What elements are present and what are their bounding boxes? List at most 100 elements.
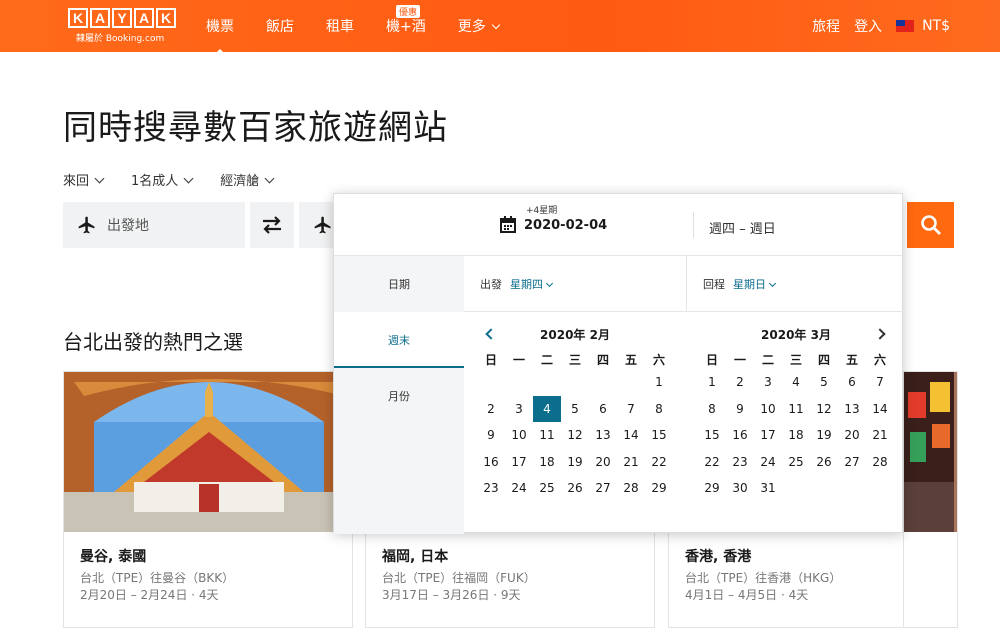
calendar-day[interactable]: 13 — [589, 422, 617, 449]
calendar-day[interactable]: 22 — [645, 449, 673, 476]
main-nav: 機票 飯店 租車 優惠 機+酒 更多 — [206, 5, 531, 56]
card-dates: 3月17日 – 3月26日 · 9天 — [382, 588, 521, 602]
weekday-header: 日 — [484, 352, 497, 367]
travelers-dropdown[interactable]: 1名成人 — [131, 170, 194, 189]
nav-more[interactable]: 更多 — [458, 16, 500, 36]
card-route: 台北（TPE）往曼谷（BKK） — [80, 571, 235, 585]
calendar-day[interactable]: 12 — [810, 396, 838, 423]
calendar-day[interactable]: 26 — [810, 449, 838, 476]
return-day-dropdown[interactable]: 回程 星期日 — [703, 276, 777, 292]
calendar-day[interactable]: 24 — [505, 475, 533, 502]
calendar-day[interactable]: 10 — [505, 422, 533, 449]
calendar-day[interactable]: 20 — [838, 422, 866, 449]
card-city: 福岡, 日本 — [382, 549, 449, 565]
calendar-day[interactable]: 17 — [754, 422, 782, 449]
calendar-day[interactable]: 8 — [698, 396, 726, 423]
calendar-day[interactable]: 16 — [477, 449, 505, 476]
currency-selector[interactable]: NT$ — [922, 18, 950, 34]
nav-flights[interactable]: 機票 — [206, 16, 234, 56]
cabin-dropdown[interactable]: 經濟艙 — [220, 170, 275, 189]
calendar-day[interactable]: 27 — [589, 475, 617, 502]
trip-type-dropdown[interactable]: 來回 — [63, 170, 105, 189]
calendar-day[interactable]: 28 — [617, 475, 645, 502]
calendar-day[interactable]: 26 — [561, 475, 589, 502]
selected-date[interactable]: 2020-02-04 — [524, 218, 607, 233]
tab-dates[interactable]: 日期 — [334, 256, 464, 312]
calendar-day[interactable]: 4 — [533, 395, 561, 422]
calendar-day[interactable]: 16 — [726, 422, 754, 449]
calendar-day[interactable]: 1 — [698, 369, 726, 396]
calendar-day[interactable]: 13 — [838, 396, 866, 423]
calendar-day[interactable]: 9 — [477, 422, 505, 449]
calendar-day[interactable]: 9 — [726, 396, 754, 423]
weekday-header: 五 — [624, 352, 637, 367]
calendar-day[interactable]: 12 — [561, 422, 589, 449]
calendar-day[interactable]: 15 — [698, 422, 726, 449]
kayak-logo[interactable]: K A Y A K 隸屬於 Booking.com — [68, 8, 178, 44]
calendar-day[interactable]: 4 — [782, 369, 810, 396]
calendar-day[interactable]: 22 — [698, 449, 726, 476]
calendar-day[interactable]: 14 — [866, 396, 894, 423]
calendar-day[interactable]: 6 — [838, 369, 866, 396]
calendar-day[interactable]: 29 — [645, 475, 673, 502]
calendar-day[interactable]: 8 — [645, 396, 673, 423]
calendar-day[interactable]: 25 — [782, 449, 810, 476]
destination-card[interactable]: 曼谷, 泰國 台北（TPE）往曼谷（BKK） 2月20日 – 2月24日 · 4… — [63, 371, 353, 628]
tab-months[interactable]: 月份 — [334, 368, 464, 424]
calendar-day[interactable]: 31 — [754, 475, 782, 502]
nav-packages[interactable]: 優惠 機+酒 — [386, 5, 426, 36]
calendar-day[interactable]: 11 — [533, 422, 561, 449]
calendar-day[interactable]: 1 — [645, 369, 673, 396]
calendar-day[interactable]: 5 — [810, 369, 838, 396]
depart-day-dropdown[interactable]: 出發 星期四 — [480, 276, 554, 292]
calendar-day[interactable]: 21 — [617, 449, 645, 476]
calendar-day[interactable]: 23 — [477, 475, 505, 502]
calendar-day[interactable]: 20 — [589, 449, 617, 476]
calendar-day[interactable]: 29 — [698, 475, 726, 502]
calendar-day[interactable]: 2 — [726, 369, 754, 396]
search-button[interactable] — [907, 202, 954, 248]
calendar-day[interactable]: 11 — [782, 396, 810, 423]
header-right: 旅程 登入 NT$ — [798, 16, 950, 36]
weekday-header: 四 — [596, 352, 609, 367]
calendar-day[interactable]: 24 — [754, 449, 782, 476]
origin-field[interactable]: 出發地 — [63, 202, 245, 248]
calendar-day[interactable]: 17 — [505, 449, 533, 476]
tab-weekends[interactable]: 週末 — [334, 312, 464, 368]
nav-hotels[interactable]: 飯店 — [266, 16, 294, 36]
calendar-day[interactable]: 7 — [866, 369, 894, 396]
top-nav-bar: K A Y A K 隸屬於 Booking.com 機票 飯店 租車 優惠 機+… — [0, 0, 1000, 56]
calendar-day[interactable]: 19 — [561, 449, 589, 476]
calendar-day[interactable]: 6 — [589, 396, 617, 423]
calendar-day[interactable]: 3 — [505, 396, 533, 423]
swap-button[interactable] — [250, 202, 294, 248]
calendar-day[interactable]: 3 — [754, 369, 782, 396]
calendar-day[interactable]: 23 — [726, 449, 754, 476]
calendar-day[interactable]: 30 — [726, 475, 754, 502]
calendar-day[interactable]: 25 — [533, 475, 561, 502]
weekday-header: 一 — [512, 352, 525, 367]
calendar-day[interactable]: 2 — [477, 396, 505, 423]
calendar-day[interactable]: 27 — [838, 449, 866, 476]
calendar-day[interactable]: 21 — [866, 422, 894, 449]
trips-link[interactable]: 旅程 — [812, 16, 840, 36]
login-link[interactable]: 登入 — [854, 16, 882, 36]
calendar-day[interactable]: 19 — [810, 422, 838, 449]
days-range[interactable]: 週四 – 週日 — [709, 218, 776, 237]
calendar-day[interactable]: 18 — [533, 449, 561, 476]
nav-cars[interactable]: 租車 — [326, 16, 354, 36]
logo-letter: A — [90, 8, 110, 28]
taiwan-flag-icon[interactable] — [896, 20, 915, 32]
weekday-header: 一 — [733, 352, 746, 367]
calendar-day[interactable]: 10 — [754, 396, 782, 423]
calendar-day[interactable]: 28 — [866, 449, 894, 476]
destination-card-partial[interactable] — [903, 371, 954, 628]
calendar-day[interactable]: 18 — [782, 422, 810, 449]
calendar-day[interactable]: 7 — [617, 396, 645, 423]
chevron-down-icon — [264, 173, 275, 184]
calendar-day[interactable]: 5 — [561, 396, 589, 423]
date-picker-popup: +4星期 2020-02-04 週四 – 週日 日期 週末 月份 出發 星期四 回… — [333, 193, 904, 534]
calendar-day[interactable]: 14 — [617, 422, 645, 449]
calendar-grid: 日一二三四五六 1 2 3 4 5 6 7 8 9 10 11 12 13 14 15 16 17 18 19 20 21… — [698, 349, 894, 502]
calendar-day[interactable]: 15 — [645, 422, 673, 449]
